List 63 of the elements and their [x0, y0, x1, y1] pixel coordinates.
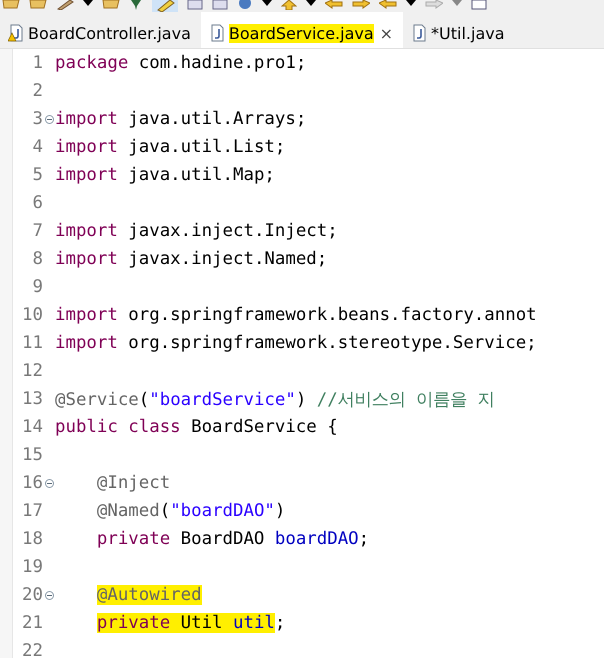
editor-tab[interactable]: *Util.java	[403, 12, 515, 48]
document-icon[interactable]	[187, 0, 203, 10]
pencil-icon[interactable]	[56, 0, 74, 10]
editor-tab[interactable]: BoardController.java	[0, 12, 201, 48]
line-number: 12	[21, 361, 43, 381]
folder-icon[interactable]	[102, 0, 120, 10]
code-line: import javax.inject.Inject;	[55, 221, 338, 241]
caret-down-icon[interactable]	[83, 0, 93, 8]
marker-icon[interactable]	[152, 0, 178, 12]
editor-tab[interactable]: BoardService.java ×	[200, 12, 404, 48]
arrow-left-icon[interactable]	[325, 0, 343, 10]
code-line: import org.springframework.beans.factory.annot	[55, 305, 537, 325]
code-line: import org.springframework.stereotype.Service;	[55, 333, 537, 353]
arrow-right-icon[interactable]	[352, 0, 370, 10]
code-line: @Service("boardService") //서비스의 이름을 지	[55, 389, 495, 411]
line-number: 18	[21, 529, 43, 549]
caret-down-icon[interactable]	[262, 0, 272, 8]
line-number: 14	[21, 417, 43, 437]
code-line: private BoardDAO boardDAO;	[96, 529, 370, 549]
line-number: 16	[21, 473, 43, 493]
line-number: 19	[21, 557, 43, 577]
line-number: 13	[21, 389, 43, 409]
line-number: 5	[32, 165, 43, 185]
code-line: import java.util.Map;	[55, 165, 275, 185]
code-line: private Util util;	[96, 613, 286, 633]
document-icon[interactable]	[471, 0, 487, 10]
folder-icon[interactable]	[2, 0, 20, 10]
code-line: package com.hadine.pro1;	[55, 53, 306, 73]
arrow-up-icon[interactable]	[281, 0, 297, 10]
line-number: 8	[32, 249, 43, 269]
line-number: 6	[32, 193, 43, 213]
caret-down-icon[interactable]	[306, 0, 316, 8]
folder-icon[interactable]	[29, 0, 47, 10]
code-line: public class BoardService {	[55, 417, 338, 437]
line-number: 17	[21, 501, 43, 521]
line-number: 1	[32, 53, 43, 73]
line-number: 7	[32, 221, 43, 241]
line-number: 11	[21, 333, 43, 353]
code-line: import javax.inject.Named;	[55, 249, 328, 269]
globe-icon[interactable]	[237, 0, 253, 10]
line-number: 15	[21, 445, 43, 465]
code-line: @Named("boardDAO")	[96, 501, 286, 521]
line-number: 3	[32, 109, 43, 129]
line-number: 22	[21, 641, 43, 658]
code-line: import java.util.List;	[55, 137, 286, 157]
line-number: 2	[32, 81, 43, 101]
collapse-icon[interactable]	[44, 478, 54, 488]
line-number: 20	[21, 585, 43, 605]
caret-down-icon[interactable]	[406, 0, 416, 8]
close-button[interactable]: ×	[380, 24, 394, 42]
code-line: @Inject	[96, 473, 170, 493]
collapse-icon[interactable]	[44, 114, 54, 124]
line-number: 21	[21, 613, 43, 633]
tab-label: BoardController.java	[28, 24, 191, 42]
line-number: 9	[32, 277, 43, 297]
line-number: 4	[32, 137, 43, 157]
tab-label: BoardService.java	[228, 24, 374, 42]
arrow-left-icon[interactable]	[379, 0, 397, 10]
document-icon[interactable]	[212, 0, 228, 10]
tab-label: *Util.java	[431, 24, 505, 42]
code-line: import java.util.Arrays;	[55, 109, 306, 129]
collapse-icon[interactable]	[44, 590, 54, 600]
line-number: 10	[21, 305, 43, 325]
